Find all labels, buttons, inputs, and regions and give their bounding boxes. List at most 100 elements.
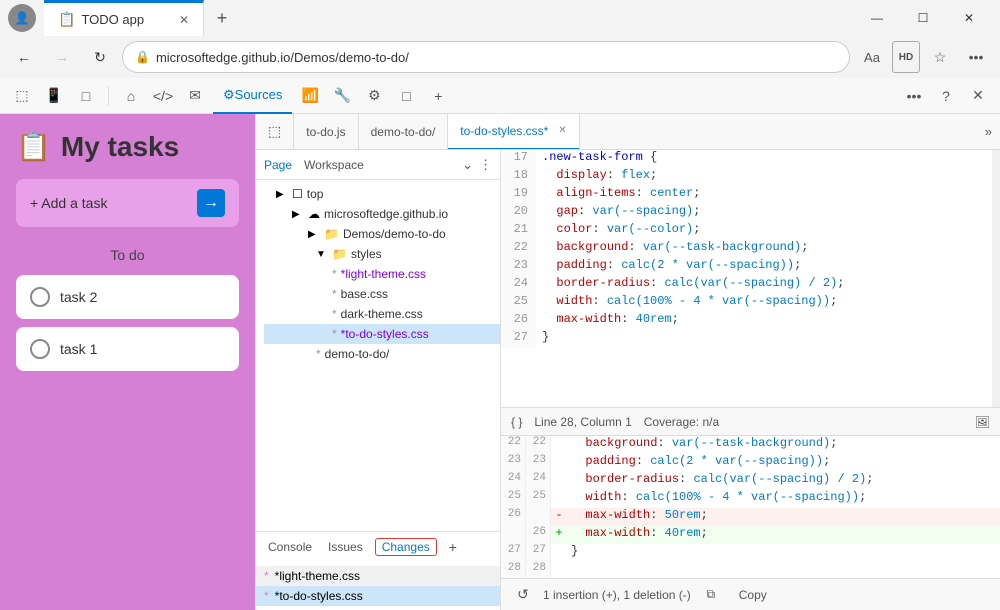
code-line-27: 27 } xyxy=(501,330,1000,348)
tree-label-domain: microsoftedge.github.io xyxy=(324,207,448,221)
sources-tab[interactable]: ⚙ Sources xyxy=(213,78,292,114)
line-num-18: 18 xyxy=(501,168,536,186)
source-tab-todojs[interactable]: to-do.js xyxy=(294,114,358,150)
screenshot-icon[interactable]: 🖼 xyxy=(975,415,990,429)
devtools-toolbar: ⬚ 📱 □ ⌂ </> ✉ ⚙ Sources 📶 🔧 ⚙ □ + ••• ? … xyxy=(0,78,1000,114)
tree-item-base[interactable]: * base.css xyxy=(264,284,500,304)
file-tree-more[interactable]: ⌄ xyxy=(462,157,473,173)
code-scrollbar[interactable] xyxy=(992,150,1000,407)
workspace-tab[interactable]: Workspace xyxy=(304,158,364,172)
read-aloud-button[interactable]: Aa xyxy=(856,41,888,73)
diff-code-27: } xyxy=(567,544,1000,562)
changed-file-light[interactable]: * *light-theme.css xyxy=(256,566,500,586)
console-tab[interactable]: Console xyxy=(264,540,316,554)
inspect-element-button[interactable]: ⬚ xyxy=(8,82,36,110)
file-icon-light: * xyxy=(332,267,337,281)
add-task-button[interactable]: + Add a task → xyxy=(16,179,239,227)
file-icon-base: * xyxy=(332,287,337,301)
perf-button[interactable]: 🔧 xyxy=(328,82,356,110)
code-content[interactable]: 17 .new-task-form { 18 display: flex; 19… xyxy=(501,150,1000,407)
task-checkbox-1[interactable] xyxy=(30,339,50,359)
line-num-23: 23 xyxy=(501,258,536,276)
hd-button[interactable]: HD xyxy=(892,41,920,73)
maximize-button[interactable]: ☐ xyxy=(900,0,946,36)
copy-icon-button[interactable]: ⧉ xyxy=(699,583,723,607)
tree-item-top[interactable]: ▶ ☐ top xyxy=(256,184,500,204)
changed-file-styles[interactable]: * *to-do-styles.css xyxy=(256,586,500,606)
source-tab-demotodo[interactable]: demo-to-do/ xyxy=(359,114,449,150)
status-line-col: Line 28, Column 1 xyxy=(534,415,631,429)
line-num-24: 24 xyxy=(501,276,536,294)
file-tree-menu[interactable]: ⋮ xyxy=(479,157,492,173)
sources-panel: Page Workspace ⌄ ⋮ ▶ ☐ top xyxy=(256,150,1000,610)
tree-label-styles-css: *to-do-styles.css xyxy=(341,327,429,341)
tree-item-domain[interactable]: ▶ ☁ microsoftedge.github.io xyxy=(256,204,500,224)
diff-line-24: 24 24 border-radius: calc(var(--spacing)… xyxy=(501,472,1000,490)
home-button[interactable]: ⌂ xyxy=(117,82,145,110)
code-line-23: 23 padding: calc(2 * var(--spacing)); xyxy=(501,258,1000,276)
network-icon-btn[interactable]: ✉ xyxy=(181,82,209,110)
tree-item-styles[interactable]: ▼ 📁 styles xyxy=(264,244,500,264)
diff-num-26-l-empty xyxy=(501,526,526,544)
tree-arrow-demos: ▶ xyxy=(308,229,320,240)
diff-num-26-r: 26 xyxy=(526,526,551,544)
changed-file-icon-light: * xyxy=(264,569,269,583)
device-button2[interactable]: □ xyxy=(392,82,420,110)
copy-label: Copy xyxy=(739,588,767,602)
close-button[interactable]: ✕ xyxy=(946,0,992,36)
devtools-close-button[interactable]: ✕ xyxy=(964,82,992,110)
line-num-27: 27 xyxy=(501,330,536,348)
browser-tab[interactable]: 📋 TODO app ✕ xyxy=(44,0,204,36)
source-tab-styles[interactable]: to-do-styles.css* ✕ xyxy=(448,114,579,150)
add-panel-button[interactable]: + xyxy=(449,539,457,555)
tree-item-dark[interactable]: * dark-theme.css xyxy=(264,304,500,324)
line-num-21: 21 xyxy=(501,222,536,240)
copy-button[interactable]: Copy xyxy=(731,586,775,604)
diff-num-28-r: 28 xyxy=(526,562,551,578)
diff-code-24: border-radius: calc(var(--spacing) / 2); xyxy=(567,472,1000,490)
tree-item-styles-css[interactable]: * *to-do-styles.css xyxy=(264,324,500,344)
more-tabs-button[interactable]: » xyxy=(977,124,1000,139)
code-line-19: 19 align-items: center; xyxy=(501,186,1000,204)
more-tools-button[interactable]: ••• xyxy=(900,82,928,110)
page-tab[interactable]: Page xyxy=(264,158,292,172)
code-line-17: 17 .new-task-form { xyxy=(501,150,1000,168)
minimize-button[interactable]: — xyxy=(854,0,900,36)
task-checkbox-2[interactable] xyxy=(30,287,50,307)
tree-arrow-domain: ▶ xyxy=(292,209,304,220)
diff-line-26-new: 26 + max-width: 40rem; xyxy=(501,526,1000,544)
tab-close-button[interactable]: ✕ xyxy=(179,13,189,27)
device-emulation-button[interactable]: 📱 xyxy=(40,82,68,110)
refresh-button[interactable]: ↻ xyxy=(84,41,116,73)
add-tool-button[interactable]: + xyxy=(424,82,452,110)
settings-button[interactable]: ⚙ xyxy=(360,82,388,110)
revert-button[interactable]: ↺ xyxy=(511,583,535,607)
source-tab-styles-close[interactable]: ✕ xyxy=(558,125,566,136)
diff-content: 22 22 background: var(--task-background)… xyxy=(501,436,1000,578)
diff-line-23: 23 23 padding: calc(2 * var(--spacing)); xyxy=(501,454,1000,472)
wifi-button[interactable]: 📶 xyxy=(296,82,324,110)
line-num-19: 19 xyxy=(501,186,536,204)
diff-code-28 xyxy=(567,562,1000,578)
favorites-button[interactable]: ☆ xyxy=(924,41,956,73)
code-line-20: 20 gap: var(--spacing); xyxy=(501,204,1000,222)
issues-tab[interactable]: Issues xyxy=(324,540,367,554)
code-button[interactable]: </> xyxy=(149,82,177,110)
search-button[interactable]: □ xyxy=(72,82,100,110)
new-tab-button[interactable]: + xyxy=(204,0,240,36)
tree-item-demos[interactable]: ▶ 📁 Demos/demo-to-do xyxy=(256,224,500,244)
changes-tab[interactable]: Changes xyxy=(375,538,437,556)
tree-item-demotodo[interactable]: * demo-to-do/ xyxy=(264,344,500,364)
diff-code-22: background: var(--task-background); xyxy=(567,436,1000,454)
url-bar[interactable]: 🔒 microsoftedge.github.io/Demos/demo-to-… xyxy=(122,41,850,73)
file-icon-dark: * xyxy=(332,307,337,321)
diff-num-26-r-empty xyxy=(526,508,551,526)
source-tab-sidebar[interactable]: ⬚ xyxy=(256,114,294,150)
tree-item-light[interactable]: * *light-theme.css xyxy=(264,264,500,284)
more-button[interactable]: ••• xyxy=(960,41,992,73)
forward-button[interactable]: → xyxy=(46,41,78,73)
main-content: 📋 My tasks + Add a task → To do task 2 t… xyxy=(0,114,1000,610)
back-button[interactable]: ← xyxy=(8,41,40,73)
task-item-1: task 1 xyxy=(16,327,239,371)
help-button[interactable]: ? xyxy=(932,82,960,110)
